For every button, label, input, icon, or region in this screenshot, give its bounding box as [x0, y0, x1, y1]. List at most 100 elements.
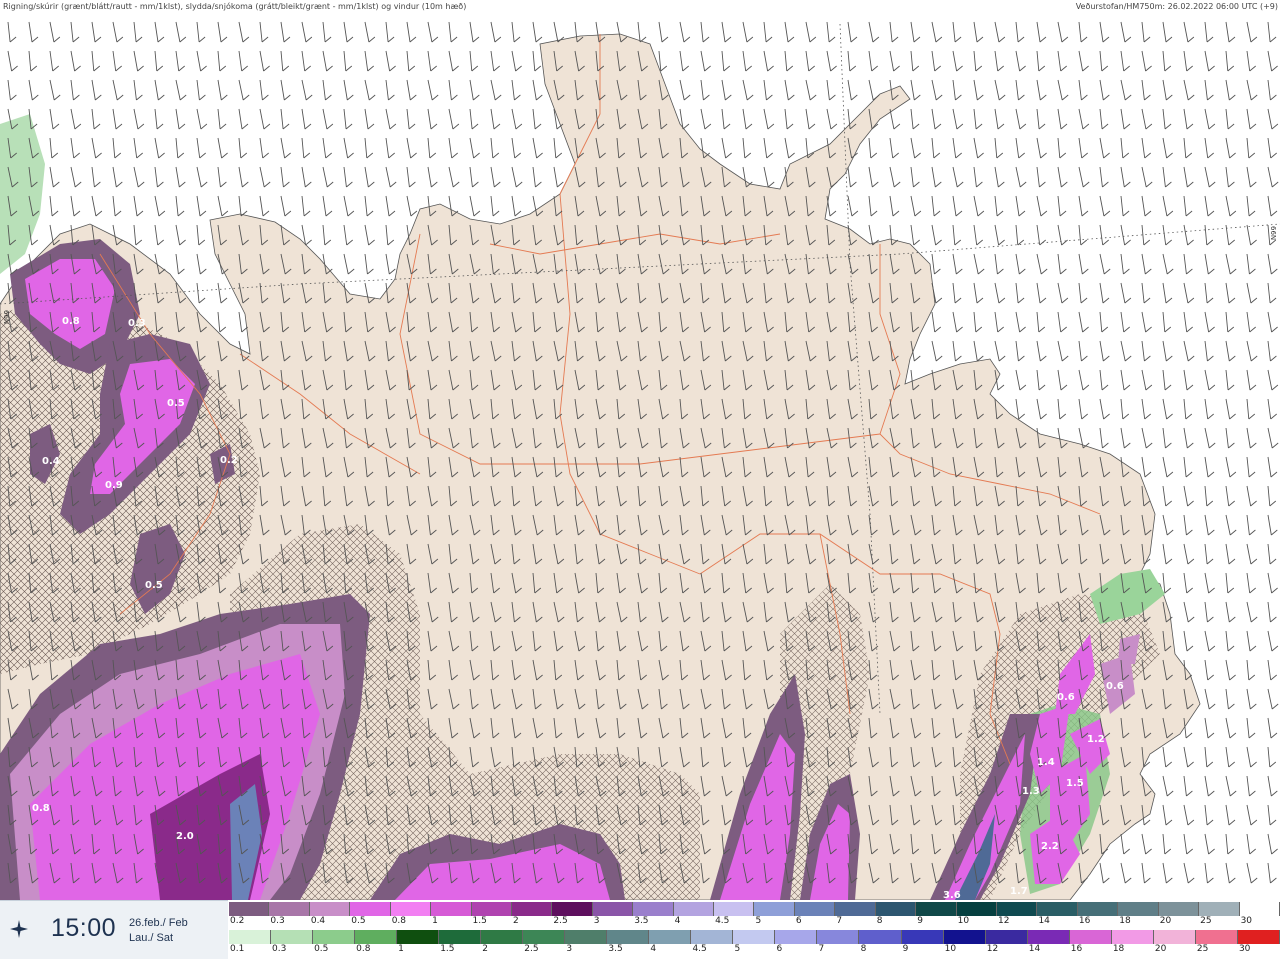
forecast-date: 26.feb./ Feb Lau./ Sat	[129, 916, 188, 946]
scale-label: 0.4	[310, 916, 326, 926]
scale-swatch	[649, 930, 692, 944]
scale-swatch	[1118, 902, 1159, 916]
scale-swatch	[985, 930, 1028, 944]
scale-label: 14	[1038, 916, 1050, 926]
scale-swatch	[794, 902, 836, 916]
scale-swatch	[269, 902, 310, 916]
scale-swatch	[431, 902, 472, 916]
scale-swatch	[714, 902, 755, 916]
scale-label: 30	[1238, 944, 1251, 954]
scale-label: 3.5	[608, 944, 623, 954]
precip-label: 0.2	[220, 455, 238, 466]
scale-label: 5	[755, 916, 762, 926]
scale-label: 2.5	[524, 944, 539, 954]
scale-label: 10	[944, 944, 957, 954]
scale-swatch	[511, 902, 553, 916]
scale-swatch	[943, 930, 986, 944]
precip-label: 0.4	[42, 456, 60, 467]
plane-icon[interactable]	[8, 918, 30, 940]
scale-label: 7	[836, 916, 843, 926]
time-box[interactable]: 15:00 26.feb./ Feb Lau./ Sat	[0, 900, 228, 959]
scale-swatch	[523, 930, 566, 944]
precip-label: 1.2	[1087, 734, 1105, 745]
scale-label: 20	[1159, 916, 1172, 926]
precip-label: 0.8	[62, 316, 80, 327]
scale-swatch	[817, 930, 860, 944]
scale-swatch	[607, 930, 650, 944]
scale-label: 6	[795, 916, 802, 926]
scale-swatch	[313, 930, 356, 944]
precip-label: 0.9	[105, 480, 123, 491]
scale-label: 16	[1070, 944, 1083, 954]
scale-swatch	[775, 930, 818, 944]
scale-swatch	[397, 930, 440, 944]
scale-swatch	[875, 902, 917, 916]
precip-label: 1.3	[1022, 786, 1040, 797]
scale-label: 1	[432, 916, 438, 926]
latitude-label: 66N	[1269, 226, 1277, 240]
precip-label: 1.5	[1066, 778, 1084, 789]
scale-swatch	[859, 930, 902, 944]
forecast-map[interactable]: 66N 66N 0.8 0.3 0.5 0.4 0.9 0.2 0.5 0.8 …	[0, 14, 1280, 900]
scale-label: 25	[1200, 916, 1212, 926]
scale-swatch	[1239, 902, 1280, 916]
scale-swatch	[1069, 930, 1112, 944]
scale-label: 12	[986, 944, 999, 954]
scale-swatch	[481, 930, 524, 944]
scale-label: 2.5	[553, 916, 568, 926]
scale-swatch	[439, 930, 482, 944]
precip-label: 1.4	[1037, 757, 1055, 768]
scale-label: 8	[860, 944, 867, 954]
scale-label: 0.8	[356, 944, 371, 954]
scale-label: 6	[776, 944, 783, 954]
scale-swatch	[350, 902, 391, 916]
precip-label: 1.7	[1010, 886, 1028, 897]
scale-label: 0.3	[272, 944, 287, 954]
scale-swatch	[355, 930, 398, 944]
scale-swatch	[1199, 902, 1240, 916]
color-scales: 0.2 0.3 0.4 0.5 0.8 1 1.5 2 2.5 3 3.5 4 4.5 5 6 7 8 9 10 12…	[229, 900, 1280, 958]
scale-label: 3	[593, 916, 600, 926]
map-title: Rigning/skúrir (grænt/blátt/rautt - mm/1…	[3, 2, 467, 11]
scale-label: 4	[674, 916, 681, 926]
scale-swatch	[592, 902, 634, 916]
scale-swatch	[901, 930, 944, 944]
scale-label: 8	[876, 916, 883, 926]
model-run-info: Veðurstofan/HM750m: 26.02.2022 06:00 UTC…	[1075, 2, 1278, 11]
precip-label: 0.5	[167, 398, 185, 409]
scale-label: 14	[1028, 944, 1041, 954]
scale-swatch	[1077, 902, 1119, 916]
scale-swatch	[390, 902, 432, 916]
scale-label: 2	[512, 916, 519, 926]
scale-label: 0.1	[230, 944, 245, 954]
scale-label: 0.2	[230, 916, 245, 926]
precip-label: 0.6	[1057, 692, 1075, 703]
scale-label: 18	[1112, 944, 1125, 954]
precip-label: 3.6	[943, 890, 961, 900]
scale-swatch	[229, 902, 270, 916]
forecast-time: 15:00	[51, 914, 117, 942]
scale-swatch	[733, 930, 776, 944]
scale-label: 20	[1154, 944, 1167, 954]
scale-swatch	[1237, 930, 1280, 944]
scale-swatch	[673, 902, 715, 916]
scale-label: 4.5	[715, 916, 730, 926]
scale-swatch	[229, 930, 272, 944]
header-bar: Rigning/skúrir (grænt/blátt/rautt - mm/1…	[0, 0, 1280, 14]
scale-label: 7	[818, 944, 825, 954]
scale-label: 0.5	[314, 944, 329, 954]
scale-label: 4.5	[692, 944, 707, 954]
scale-swatch	[271, 930, 314, 944]
scale-label: 5	[734, 944, 741, 954]
precip-label: 2.0	[176, 831, 194, 842]
scale-swatch	[1111, 930, 1154, 944]
snow-scale-bar	[229, 902, 1280, 916]
scale-label: 0.8	[391, 916, 407, 926]
scale-label: 3.5	[634, 916, 649, 926]
scale-label: 30	[1240, 916, 1253, 926]
precip-label: 0.8	[32, 803, 50, 814]
scale-swatch	[997, 902, 1038, 916]
scale-label: 0.5	[351, 916, 366, 926]
date-line-1: 26.feb./ Feb	[129, 917, 188, 929]
precip-label: 2.2	[1041, 841, 1059, 852]
